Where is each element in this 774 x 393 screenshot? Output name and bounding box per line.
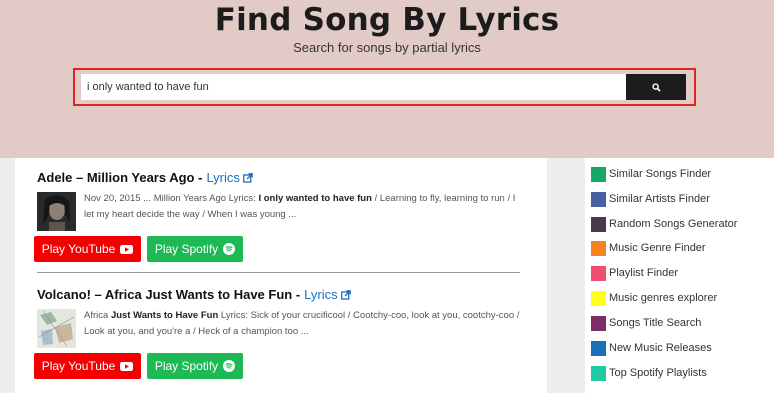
play-youtube-button[interactable]: Play YouTube — [34, 236, 141, 262]
result-title: Adele – Million Years Ago - Lyrics — [37, 170, 253, 185]
youtube-icon — [120, 244, 134, 254]
sidebar-item-new-releases[interactable]: New Music Releases — [591, 340, 712, 356]
search-input[interactable] — [81, 74, 627, 100]
play-spotify-button[interactable]: Play Spotify — [147, 236, 243, 262]
color-square-icon — [591, 340, 606, 356]
page-subtitle: Search for songs by partial lyrics — [293, 40, 481, 55]
lyrics-snippet: Africa Just Wants to Have Fun Lyrics: Si… — [84, 310, 520, 337]
result-title: Volcano! – Africa Just Wants to Have Fun… — [37, 287, 351, 302]
hero-banner: Find Song By Lyrics Search for songs by … — [0, 0, 774, 158]
external-link-icon[interactable] — [340, 290, 351, 300]
color-square-icon — [591, 290, 606, 306]
sidebar-item-genres-explorer[interactable]: Music genres explorer — [591, 290, 717, 306]
results-panel: Adele – Million Years Ago - Lyrics Nov 20… — [15, 158, 547, 393]
song-title: Volcano! – Africa Just Wants to Have Fun… — [37, 287, 301, 302]
play-spotify-button[interactable]: Play Spotify — [147, 353, 243, 379]
sidebar-item-similar-artists[interactable]: Similar Artists Finder — [591, 191, 710, 207]
sidebar-item-random-songs[interactable]: Random Songs Generator — [591, 216, 737, 232]
sidebar-item-top-playlists[interactable]: Top Spotify Playlists — [591, 365, 707, 381]
color-square-icon — [591, 240, 606, 256]
sidebar-item-genre-finder[interactable]: Music Genre Finder — [591, 240, 706, 256]
sidebar-item-playlist-finder[interactable]: Playlist Finder — [591, 265, 678, 281]
color-square-icon — [591, 315, 606, 331]
external-link-icon[interactable] — [242, 173, 253, 183]
color-square-icon — [591, 265, 606, 281]
lyrics-link[interactable]: Lyrics — [206, 170, 239, 185]
result-divider — [37, 272, 520, 273]
sidebar-item-similar-songs[interactable]: Similar Songs Finder — [591, 166, 711, 182]
lyrics-snippet: Nov 20, 2015 ... Million Years Ago Lyric… — [84, 193, 516, 220]
sidebar-item-title-search[interactable]: Songs Title Search — [591, 315, 701, 331]
search-box — [73, 68, 696, 106]
page-title: Find Song By Lyrics — [214, 2, 560, 38]
lyrics-link[interactable]: Lyrics — [304, 287, 337, 302]
spotify-icon — [223, 243, 236, 255]
spotify-icon — [223, 360, 236, 372]
song-title: Adele – Million Years Ago - — [37, 170, 203, 185]
album-thumbnail — [37, 309, 76, 348]
play-youtube-button[interactable]: Play YouTube — [34, 353, 141, 379]
color-square-icon — [591, 365, 606, 381]
color-square-icon — [591, 191, 606, 207]
youtube-icon — [120, 361, 134, 371]
color-square-icon — [591, 166, 606, 182]
tools-sidebar: Similar Songs Finder Similar Artists Fin… — [585, 158, 774, 393]
color-square-icon — [591, 216, 606, 232]
album-thumbnail — [37, 192, 76, 231]
search-icon — [651, 82, 661, 92]
search-button[interactable] — [626, 74, 686, 100]
